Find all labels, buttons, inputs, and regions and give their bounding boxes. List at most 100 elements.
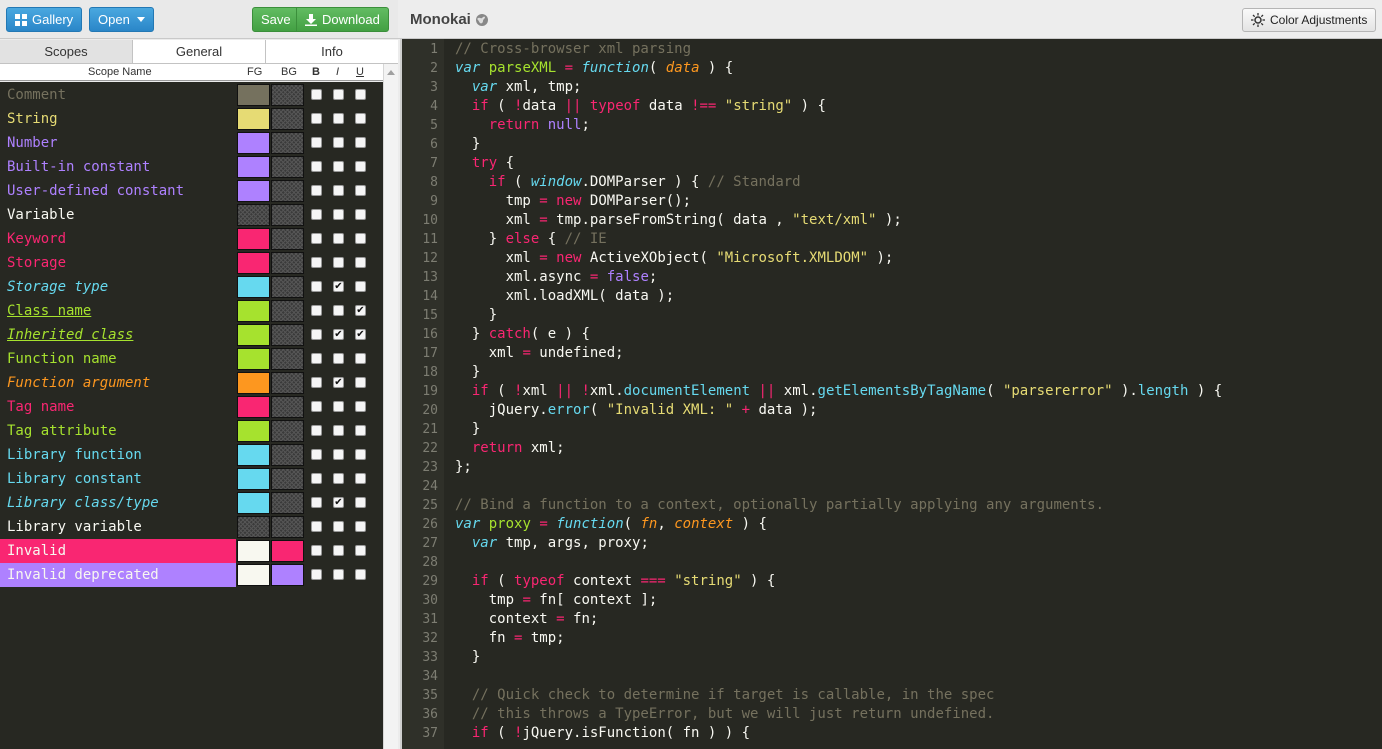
underline-checkbox[interactable] (355, 473, 366, 484)
code-line[interactable]: 29 if ( typeof context === "string" ) { (402, 572, 1382, 591)
scope-name[interactable]: Inherited class (0, 323, 236, 347)
underline-checkbox[interactable] (355, 113, 366, 124)
underline-checkbox[interactable] (355, 401, 366, 412)
bold-checkbox[interactable] (311, 425, 322, 436)
italic-checkbox[interactable] (333, 449, 344, 460)
bg-color-swatch[interactable] (271, 228, 304, 250)
bg-color-swatch[interactable] (271, 420, 304, 442)
code-line[interactable]: 35 // Quick check to determine if target… (402, 686, 1382, 705)
code-line[interactable]: 9 tmp = new DOMParser(); (402, 192, 1382, 211)
scope-name[interactable]: Library class/type (0, 491, 236, 515)
scope-name[interactable]: Library function (0, 443, 236, 467)
bg-color-swatch[interactable] (271, 132, 304, 154)
italic-checkbox[interactable] (333, 353, 344, 364)
scope-name[interactable]: Built-in constant (0, 155, 236, 179)
underline-checkbox[interactable] (355, 377, 366, 388)
code-line[interactable]: 18 } (402, 363, 1382, 382)
italic-checkbox[interactable]: ✔ (333, 281, 344, 292)
scope-row[interactable]: Tag attribute (0, 419, 383, 443)
italic-checkbox[interactable] (333, 521, 344, 532)
bold-checkbox[interactable] (311, 113, 322, 124)
bg-color-swatch[interactable] (271, 108, 304, 130)
fg-color-swatch[interactable] (237, 396, 270, 418)
scope-name[interactable]: Library constant (0, 467, 236, 491)
code-line[interactable]: 26 var proxy = function( fn, context ) { (402, 515, 1382, 534)
underline-checkbox[interactable] (355, 281, 366, 292)
fg-color-swatch[interactable] (237, 180, 270, 202)
scope-name[interactable]: Function argument (0, 371, 236, 395)
tab-info[interactable]: Info (266, 40, 398, 63)
fg-color-swatch[interactable] (237, 372, 270, 394)
code-line[interactable]: 25 // Bind a function to a context, optio… (402, 496, 1382, 515)
bg-color-swatch[interactable] (271, 84, 304, 106)
scope-name[interactable]: Number (0, 131, 236, 155)
italic-checkbox[interactable]: ✔ (333, 497, 344, 508)
italic-checkbox[interactable] (333, 305, 344, 316)
fg-color-swatch[interactable] (237, 420, 270, 442)
fg-color-swatch[interactable] (237, 540, 270, 562)
code-line[interactable]: 30 tmp = fn[ context ]; (402, 591, 1382, 610)
fg-color-swatch[interactable] (237, 324, 270, 346)
scope-row[interactable]: Variable (0, 203, 383, 227)
italic-checkbox[interactable] (333, 425, 344, 436)
scope-name[interactable]: Class name (0, 299, 236, 323)
code-line[interactable]: 5 return null; (402, 116, 1382, 135)
scope-name[interactable]: User-defined constant (0, 179, 236, 203)
underline-checkbox[interactable] (355, 449, 366, 460)
bold-checkbox[interactable] (311, 401, 322, 412)
code-line[interactable]: 28 (402, 553, 1382, 572)
fg-color-swatch[interactable] (237, 444, 270, 466)
fg-color-swatch[interactable] (237, 84, 270, 106)
scope-name[interactable]: Storage (0, 251, 236, 275)
scope-row[interactable]: Tag name (0, 395, 383, 419)
bg-color-swatch[interactable] (271, 372, 304, 394)
code-line[interactable]: 14 xml.loadXML( data ); (402, 287, 1382, 306)
italic-checkbox[interactable] (333, 137, 344, 148)
theme-name[interactable]: Monokai (410, 11, 471, 28)
fg-color-swatch[interactable] (237, 564, 270, 586)
scope-row[interactable]: Invalid (0, 539, 383, 563)
bold-checkbox[interactable] (311, 545, 322, 556)
bold-checkbox[interactable] (311, 353, 322, 364)
scope-row[interactable]: Invalid deprecated (0, 563, 383, 587)
scope-list-scrollbar[interactable] (383, 64, 398, 749)
italic-checkbox[interactable] (333, 569, 344, 580)
bg-color-swatch[interactable] (271, 180, 304, 202)
scope-name[interactable]: Invalid (0, 539, 236, 563)
bold-checkbox[interactable] (311, 233, 322, 244)
scope-row[interactable]: String (0, 107, 383, 131)
italic-checkbox[interactable] (333, 257, 344, 268)
bold-checkbox[interactable] (311, 209, 322, 220)
globe-icon[interactable] (475, 13, 489, 27)
code-line[interactable]: 7 try { (402, 154, 1382, 173)
code-line[interactable]: 11 } else { // IE (402, 230, 1382, 249)
code-line[interactable]: 3 var xml, tmp; (402, 78, 1382, 97)
bold-checkbox[interactable] (311, 473, 322, 484)
code-line[interactable]: 17 xml = undefined; (402, 344, 1382, 363)
italic-checkbox[interactable] (333, 473, 344, 484)
italic-checkbox[interactable] (333, 89, 344, 100)
scope-row[interactable]: Number (0, 131, 383, 155)
bold-checkbox[interactable] (311, 161, 322, 172)
italic-checkbox[interactable] (333, 185, 344, 196)
underline-checkbox[interactable] (355, 545, 366, 556)
scope-row[interactable]: Keyword (0, 227, 383, 251)
bg-color-swatch[interactable] (271, 204, 304, 226)
bold-checkbox[interactable] (311, 185, 322, 196)
bg-color-swatch[interactable] (271, 300, 304, 322)
scope-name[interactable]: Library variable (0, 515, 236, 539)
tab-general[interactable]: General (133, 40, 266, 63)
scope-row[interactable]: Library constant (0, 467, 383, 491)
fg-color-swatch[interactable] (237, 156, 270, 178)
underline-checkbox[interactable] (355, 233, 366, 244)
code-line[interactable]: 34 (402, 667, 1382, 686)
open-button[interactable]: Open (89, 7, 154, 32)
scroll-up-icon[interactable] (387, 70, 395, 75)
bold-checkbox[interactable] (311, 449, 322, 460)
bold-checkbox[interactable] (311, 569, 322, 580)
bold-checkbox[interactable] (311, 521, 322, 532)
scope-name[interactable]: Tag name (0, 395, 236, 419)
italic-checkbox[interactable] (333, 209, 344, 220)
scope-row[interactable]: Storage type ✔ (0, 275, 383, 299)
scope-row[interactable]: User-defined constant (0, 179, 383, 203)
